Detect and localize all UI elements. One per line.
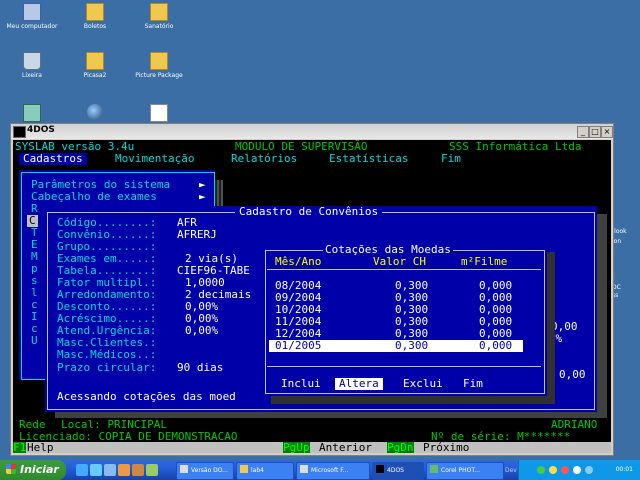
computer-icon	[23, 3, 41, 21]
dos-icon	[376, 465, 384, 473]
window-title: 4DOS	[27, 125, 55, 135]
start-label: Iniciar	[20, 463, 59, 476]
desktop-label-fragment: ss	[612, 292, 619, 299]
menu-bar	[13, 153, 611, 165]
field-urgencia[interactable]: 0,00%	[185, 325, 218, 337]
tray-icon-security[interactable]	[549, 466, 557, 474]
taskbar: Iniciar Versão DO... lab4 Microsoft F...…	[0, 460, 640, 480]
header-divider	[267, 269, 541, 270]
menu-cadastros[interactable]: Cadastros	[19, 153, 87, 165]
desktop-icon-document[interactable]	[121, 104, 197, 124]
window-icon	[180, 465, 188, 473]
cell-ch: 0,300	[395, 339, 429, 352]
globe-icon	[87, 104, 103, 120]
folder-icon	[86, 52, 104, 70]
window-icon	[300, 465, 308, 473]
help-label[interactable]: Help	[27, 442, 54, 454]
corel-icon	[430, 465, 438, 473]
pgup-key[interactable]: PgUp	[283, 442, 310, 453]
menu-fim[interactable]: Fim	[441, 153, 461, 165]
action-inclui[interactable]: Inclui	[281, 378, 321, 390]
status-message: Acessando cotações das moed	[57, 390, 236, 403]
desktop-icon-label: Picasa2	[83, 72, 107, 79]
menu-movimentacao[interactable]: Movimentação	[115, 153, 194, 165]
proximo-label[interactable]: Próximo	[423, 442, 469, 454]
tray-icon-app[interactable]	[585, 466, 593, 474]
anterior-label[interactable]: Anterior	[319, 442, 372, 454]
action-exclui[interactable]: Exclui	[403, 378, 443, 390]
col-header-ch: Valor CH	[373, 255, 426, 268]
ie-icon[interactable]	[76, 464, 88, 476]
folder-quick-icon[interactable]	[132, 464, 144, 476]
system-tray: 00:01	[518, 460, 640, 480]
outlook-icon[interactable]	[90, 464, 102, 476]
field-label: Prazo circular:	[57, 361, 157, 374]
window-titlebar[interactable]: 4DOS _ □ ×	[11, 124, 613, 139]
app-vendor: SSS Informática Ltda	[449, 140, 582, 153]
app-quick-icon[interactable]	[146, 464, 158, 476]
close-button[interactable]: ×	[601, 126, 613, 138]
document-icon	[150, 104, 168, 122]
clock: 00:01	[615, 466, 633, 473]
minimize-button[interactable]: _	[577, 126, 589, 138]
taskbar-button-versao-dos[interactable]: Versão DO...	[176, 462, 234, 480]
folder-icon	[240, 465, 248, 473]
recycle-bin-icon	[23, 52, 41, 70]
tray-icon-antivirus[interactable]	[561, 466, 569, 474]
partial-value: 0,00	[559, 368, 586, 381]
tray-icon-network[interactable]	[537, 466, 545, 474]
desktop-icon-label: Boletos	[83, 23, 107, 30]
windows-flag-icon	[6, 464, 16, 474]
action-altera[interactable]: Altera	[335, 378, 383, 390]
pgdn-key[interactable]: PgDn	[387, 442, 414, 453]
media-icon[interactable]	[104, 464, 116, 476]
table-row-selected[interactable]: 01/2005 0,300 0,000	[269, 340, 523, 352]
field-prazo[interactable]: 90 dias	[177, 362, 223, 374]
folder-icon	[150, 3, 168, 21]
desktop-icon-sanatorio[interactable]: Sanatório	[121, 3, 197, 31]
taskbar-button-corel[interactable]: Corel PHOT...	[426, 462, 504, 480]
start-button[interactable]: Iniciar	[0, 460, 66, 480]
cell-filme: 0,000	[479, 339, 513, 352]
folder-icon	[150, 52, 168, 70]
tray-icon-volume[interactable]	[573, 466, 581, 474]
menu-relatorios[interactable]: Relatórios	[231, 153, 297, 165]
submenu-arrow-icon: ►	[199, 190, 206, 203]
desktop-icon-label: Picture Package	[135, 72, 183, 79]
network-icon	[23, 104, 41, 122]
convenio-title: Cadastro de Convênios	[235, 206, 383, 218]
dos-window-icon	[13, 126, 26, 138]
taskbar-button-4dos[interactable]: 4DOS	[372, 462, 424, 480]
taskbar-button-lab4[interactable]: lab4	[236, 462, 294, 480]
function-key-bar	[13, 442, 611, 453]
field-label: Masc.Médicos..:	[57, 348, 157, 361]
desktop-icon-label: Sanatório	[144, 23, 174, 30]
action-fim[interactable]: Fim	[463, 378, 483, 390]
menu-item[interactable]: U	[31, 335, 38, 347]
actions-divider	[267, 366, 541, 367]
taskbar-button-microsoft[interactable]: Microsoft F...	[296, 462, 370, 480]
col-header-filme: m²Filme	[461, 255, 508, 268]
dos-screen: SYSLAB versão 3.4u MODULO DE SUPERVISÃO …	[13, 140, 611, 453]
cell-mes: 01/2005	[275, 339, 322, 352]
desktop-icon-label: Meu computador	[6, 23, 58, 30]
field-convenio[interactable]: AFRERJ	[177, 229, 217, 241]
maximize-button[interactable]: □	[589, 126, 601, 138]
show-desktop-icon[interactable]	[118, 464, 130, 476]
col-header-mes: Mês/Ano	[275, 255, 322, 268]
menu-estatisticas[interactable]: Estatísticas	[329, 153, 408, 165]
menu-item-cabecalho[interactable]: Cabeçalho de exames	[31, 191, 157, 203]
desktop-icon-picture-package[interactable]: Picture Package	[121, 52, 197, 80]
folder-icon	[86, 3, 104, 21]
desktop-icon-label: Lixeira	[22, 72, 42, 79]
desktop-label-fragment: DC	[612, 284, 621, 291]
dos-window: 4DOS _ □ × SYSLAB versão 3.4u MODULO DE …	[10, 123, 614, 456]
f1-key[interactable]: F1	[13, 442, 27, 453]
